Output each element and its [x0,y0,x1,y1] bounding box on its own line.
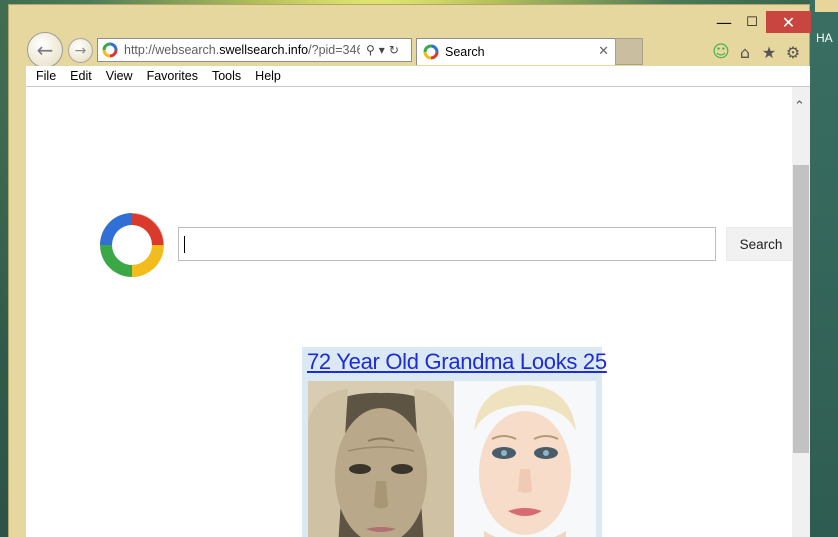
address-bar[interactable]: http://websearch.swellsearch.info/?pid=3… [97,38,412,62]
minimize-button[interactable]: — [711,11,737,33]
new-tab-button[interactable] [615,38,643,65]
menu-item-edit[interactable]: Edit [70,69,92,83]
site-favicon-icon [102,42,118,58]
star-icon[interactable]: ★ [759,42,779,62]
menu-item-help[interactable]: Help [255,69,281,83]
tab-search[interactable]: Search ✕ [416,38,616,65]
chevron-up-icon[interactable]: ⌃ [794,99,805,114]
close-icon[interactable]: ✕ [598,44,609,59]
desktop-label-fragment: HA [816,31,833,45]
search-button[interactable]: Search [726,227,796,261]
site-favicon-icon [423,44,439,60]
browser-window: — ☐ ✕ ← → http://websearch.swellsearch.i… [8,4,811,537]
forward-button[interactable]: → [68,38,93,63]
desktop-icon-fragment [815,0,838,12]
chevron-down-icon[interactable]: ▾ [379,43,385,57]
menu-item-view[interactable]: View [106,69,133,83]
home-icon[interactable]: ⌂ [735,42,755,62]
scrollbar-thumb[interactable] [793,165,809,453]
ad-headline-link[interactable]: 72 Year Old Grandma Looks 25 [307,349,607,375]
desktop-background [810,0,838,537]
search-input[interactable] [178,227,716,261]
ad-image-younger-face[interactable] [454,381,596,537]
page-content: Search 72 Year Old Grandma Looks 25 ⌃ [26,87,810,537]
vertical-scrollbar[interactable]: ⌃ [792,87,810,537]
url-text: http://websearch.swellsearch.info/?pid=3… [124,43,360,57]
gear-icon[interactable]: ⚙ [783,42,803,62]
search-logo-icon [100,212,165,277]
advertisement[interactable]: 72 Year Old Grandma Looks 25 [302,347,607,537]
menu-item-file[interactable]: File [36,69,56,83]
menu-item-favorites[interactable]: Favorites [147,69,198,83]
feedback-icon[interactable]: ☺ [711,42,731,62]
tab-label: Search [445,45,485,59]
search-icon[interactable]: ⚲ [366,43,375,57]
maximize-button[interactable]: ☐ [739,11,765,33]
ad-image-older-face[interactable] [308,381,454,537]
text-caret [184,236,185,253]
back-button[interactable]: ← [27,32,63,68]
arrow-left-icon: ← [36,38,54,62]
refresh-icon[interactable]: ↻ [389,43,399,57]
close-button[interactable]: ✕ [766,11,811,33]
arrow-right-icon: → [74,42,87,59]
menu-bar: File Edit View Favorites Tools Help [26,66,810,87]
menu-item-tools[interactable]: Tools [212,69,241,83]
